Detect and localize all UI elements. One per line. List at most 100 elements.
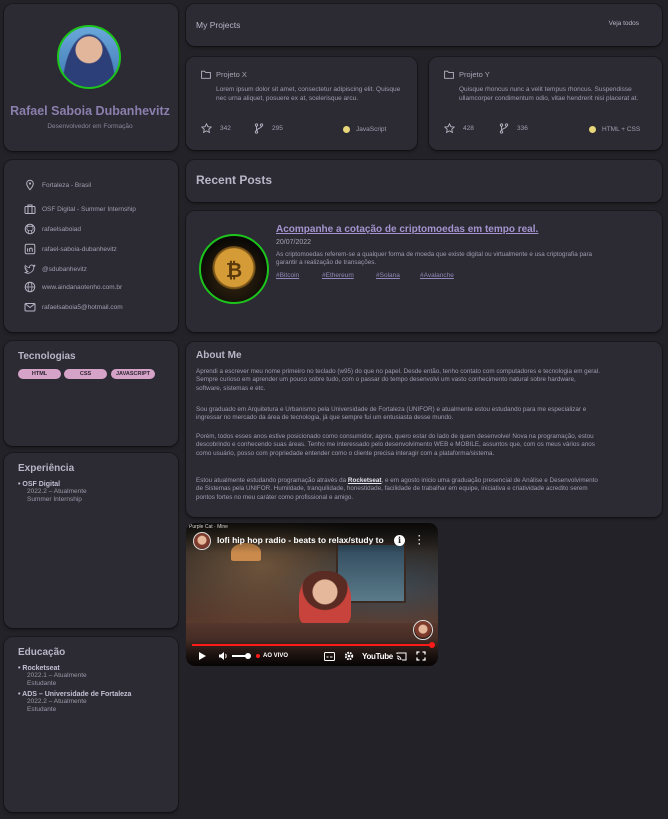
- post-tag[interactable]: #Solana: [376, 272, 400, 279]
- channel-watermark[interactable]: [413, 620, 433, 640]
- location-pin-icon: [26, 179, 34, 191]
- fork-icon: [254, 123, 264, 134]
- volume-slider[interactable]: [232, 650, 251, 662]
- volume-button[interactable]: [218, 650, 229, 662]
- volume-handle[interactable]: [245, 653, 251, 659]
- contact-text: Fortaleza - Brasil: [42, 181, 92, 189]
- experience-item-title: OSF Digital: [22, 481, 61, 488]
- project-title: Projeto X: [201, 70, 247, 79]
- subtitles-button[interactable]: [324, 650, 335, 662]
- experience-item-role: Summer Internship: [27, 496, 82, 503]
- project-description: Lorem ipsum dolor sit amet, consectetur …: [216, 86, 401, 102]
- volume-icon: [219, 652, 227, 660]
- live-label: AO VIVO: [263, 653, 289, 659]
- project-stars: 342: [201, 123, 231, 134]
- post-tag[interactable]: #Ethereum: [322, 272, 354, 279]
- about-paragraph: Estou atualmente estudando programação a…: [196, 477, 601, 502]
- projects-header: My Projects Veja todos: [186, 4, 662, 46]
- more-options-icon[interactable]: · · ·: [418, 532, 421, 549]
- profile-role: Desenvolvedor em Formação: [47, 123, 133, 130]
- fullscreen-button[interactable]: [416, 650, 426, 662]
- settings-button[interactable]: [344, 650, 354, 662]
- progress-handle[interactable]: [429, 642, 435, 648]
- see-all-link[interactable]: Veja todos: [609, 20, 639, 27]
- contact-location: Fortaleza - Brasil: [24, 178, 91, 192]
- project-title: Projeto Y: [444, 70, 490, 79]
- contact-email[interactable]: rafaelsaboia5@hotmail.com: [24, 300, 123, 314]
- education-item-status: Estudante: [27, 706, 57, 713]
- video-character: [299, 571, 351, 626]
- project-stars: 428: [444, 123, 474, 134]
- post-title[interactable]: Acompanhe a cotação de criptomoedas em t…: [276, 224, 538, 235]
- profile-card: Rafael Saboia Dubanhevitz Desenvolvedor …: [4, 4, 178, 151]
- post-excerpt: As criptomoedas referem-se a qualquer fo…: [276, 251, 593, 267]
- post-tag[interactable]: #Bitcoin: [276, 272, 299, 279]
- about-paragraph: Porém, todos esses anos estive posiciona…: [196, 433, 595, 457]
- linkedin-icon: [24, 243, 36, 255]
- project-name: Projeto Y: [459, 70, 490, 79]
- tech-tag: CSS: [64, 369, 107, 379]
- contact-text: rafael-saboia-dubanhevitz: [42, 245, 117, 253]
- project-forks: 336: [499, 123, 528, 134]
- education-item: • ADS – Universidade de Fortaleza 2022.2…: [18, 691, 132, 713]
- folder-icon: [201, 70, 211, 79]
- education-item-date: 2022.2 – Atualmente: [27, 698, 87, 705]
- play-icon: [199, 652, 206, 660]
- project-language: HTML + CSS: [589, 126, 640, 133]
- project-card[interactable]: Projeto Y Quisque rhoncus nunc a velit t…: [429, 57, 662, 150]
- contact-text: rafaelsaboia5@hotmail.com: [42, 303, 123, 311]
- post-date: 20/07/2022: [276, 239, 312, 246]
- contact-text: @sdubanhevitz: [42, 265, 87, 273]
- about-text: Estou atualmente estudando programação a…: [196, 477, 348, 484]
- live-badge[interactable]: AO VIVO: [256, 650, 288, 662]
- profile-name: Rafael Saboia Dubanhevitz: [10, 104, 170, 118]
- contact-text: rafaelsaboiad: [42, 225, 82, 233]
- education-item: • Rocketseat 2022.1 – Atualmente Estudan…: [18, 665, 87, 687]
- language-name: JavaScript: [356, 126, 387, 133]
- star-count: 342: [220, 125, 231, 132]
- contact-company: OSF Digital - Summer Internship: [24, 202, 136, 216]
- education-item-status: Estudante: [27, 680, 57, 687]
- video-progress-bar[interactable]: [192, 644, 432, 646]
- about-title: About Me: [196, 350, 242, 361]
- volume-track: [232, 655, 246, 657]
- contact-text: OSF Digital - Summer Internship: [42, 205, 136, 213]
- play-button[interactable]: [198, 650, 207, 662]
- channel-avatar[interactable]: [193, 532, 211, 550]
- project-language: JavaScript: [343, 126, 386, 133]
- info-icon[interactable]: i: [394, 535, 405, 546]
- globe-icon: [24, 281, 36, 293]
- fork-icon: [499, 123, 509, 134]
- cast-icon: [396, 652, 407, 660]
- contact-website[interactable]: www.aindanaotenho.com.br: [24, 280, 122, 294]
- video-channel-name: Purple Cat · Mine: [189, 524, 228, 530]
- github-icon: [24, 223, 36, 235]
- gear-icon: [344, 651, 354, 661]
- folder-icon: [444, 70, 454, 79]
- video-title[interactable]: lofi hip hop radio - beats to relax/stud…: [217, 535, 384, 545]
- star-count: 428: [463, 125, 474, 132]
- live-dot-icon: [256, 654, 260, 658]
- rocketseat-link[interactable]: Rocketseat: [348, 477, 382, 484]
- contact-linkedin[interactable]: rafael-saboia-dubanhevitz: [24, 242, 117, 256]
- education-item-title: Rocketseat: [22, 665, 60, 672]
- education-card: Educação • Rocketseat 2022.1 – Atualment…: [4, 637, 178, 812]
- star-icon: [201, 123, 212, 134]
- about-paragraph: Aprendi a escrever meu nome primeiro no …: [196, 368, 600, 392]
- project-name: Projeto X: [216, 70, 247, 79]
- about-paragraph: Sou graduado em Arquitetura e Urbanismo …: [196, 406, 587, 422]
- youtube-logo[interactable]: YouTube: [362, 650, 393, 662]
- cast-button[interactable]: [396, 650, 407, 662]
- twitter-icon: [24, 264, 36, 274]
- contacts-card: Fortaleza - Brasil OSF Digital - Summer …: [4, 160, 178, 332]
- recent-posts-title: Recent Posts: [196, 173, 273, 187]
- experience-item-date: 2022.2 – Atualmente: [27, 488, 87, 495]
- technologies-title: Tecnologias: [18, 351, 76, 362]
- contact-twitter[interactable]: @sdubanhevitz: [24, 262, 87, 276]
- contact-github[interactable]: rafaelsaboiad: [24, 222, 81, 236]
- post-tag[interactable]: #Avalanche: [420, 272, 454, 279]
- video-embed[interactable]: Purple Cat · Mine lofi hip hop radio - b…: [186, 523, 438, 666]
- fork-count: 336: [517, 125, 528, 132]
- experience-item: • OSF Digital 2022.2 – Atualmente Summer…: [18, 481, 87, 503]
- project-card[interactable]: Projeto X Lorem ipsum dolor sit amet, co…: [186, 57, 417, 150]
